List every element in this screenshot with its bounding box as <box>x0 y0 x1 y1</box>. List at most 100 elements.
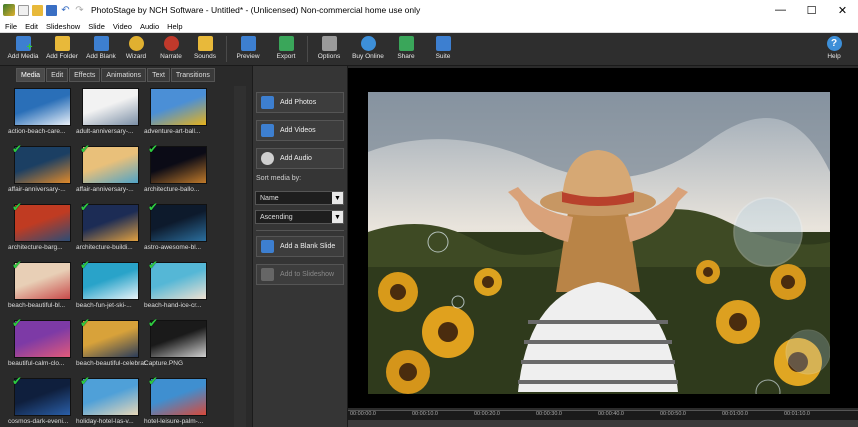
tab-edit[interactable]: Edit <box>46 68 69 82</box>
media-item[interactable]: ✔ beautiful-calm-clo... <box>6 316 78 377</box>
media-item[interactable]: ✔ architecture-buildi... <box>74 201 146 261</box>
share-label: Share <box>397 53 415 60</box>
options-button[interactable]: Options <box>314 33 344 66</box>
media-filename: Capture.PNG <box>144 360 184 367</box>
suite-label: Suite <box>435 53 451 60</box>
media-item[interactable]: ✔ hotel-leisure-palm-... <box>142 374 214 427</box>
add-blank-label: Add Blank <box>86 53 116 60</box>
menu-slideshow[interactable]: Slideshow <box>46 22 80 31</box>
media-item[interactable]: ✔ astro-awesome-bl... <box>142 201 214 261</box>
media-thumbnail <box>82 88 139 126</box>
share-icon <box>398 36 414 51</box>
media-item[interactable]: ✔ holiday-hotel-las-v... <box>74 375 146 427</box>
media-filename: affair-anniversary-... <box>76 186 134 193</box>
suite-button[interactable]: Suite <box>430 33 456 66</box>
tab-media[interactable]: Media <box>16 68 46 82</box>
open-icon[interactable] <box>32 4 43 16</box>
export-button[interactable]: Export <box>271 33 301 66</box>
media-item[interactable]: adult-anniversary-... <box>74 88 146 145</box>
checkmark-icon: ✔ <box>80 258 91 272</box>
wizard-label: Wizard <box>125 53 147 60</box>
add-folder-label: Add Folder <box>46 53 78 60</box>
wizard-button[interactable]: Wizard <box>122 33 150 66</box>
media-item[interactable]: action-beach-care... <box>6 88 78 145</box>
speaker-icon <box>261 152 274 165</box>
blank-slide-icon <box>93 36 109 51</box>
timeline-ruler[interactable]: 00:00:00.0 00:00:10.0 00:00:20.0 00:00:3… <box>348 410 858 420</box>
add-blank-button[interactable]: Add Blank <box>84 33 118 66</box>
share-button[interactable]: Share <box>392 33 420 66</box>
maximize-button[interactable]: ☐ <box>796 0 827 20</box>
timeline-tick: 00:00:10.0 <box>412 411 438 417</box>
save-icon[interactable] <box>46 4 57 16</box>
timeline-tick: 00:00:30.0 <box>536 411 562 417</box>
media-filename: architecture-buildi... <box>76 244 133 251</box>
toolbar-separator <box>226 36 227 62</box>
add-photos-button[interactable]: Add Photos <box>256 92 344 113</box>
narrate-button[interactable]: Narrate <box>156 33 186 66</box>
media-grid: action-beach-care... adult-anniversary-..… <box>6 86 246 427</box>
add-photos-label: Add Photos <box>280 99 317 106</box>
media-filename: adventure-art-ball... <box>144 128 201 135</box>
menu-slide[interactable]: Slide <box>88 22 105 31</box>
panel-tabs: Media Edit Effects Animations Text Trans… <box>16 68 215 82</box>
menu-help[interactable]: Help <box>167 22 182 31</box>
redo-icon[interactable]: ↷ <box>74 4 85 16</box>
sort-by-select[interactable]: Name ▼ <box>255 191 344 205</box>
export-label: Export <box>276 53 296 60</box>
media-item[interactable]: ✔ beach-hand-ice-cr... <box>142 259 214 319</box>
tab-effects[interactable]: Effects <box>69 68 101 82</box>
media-item[interactable]: ✔ architecture-barg... <box>6 201 78 261</box>
menu-file[interactable]: File <box>5 22 17 31</box>
media-filename: beach-fun-jet-ski-... <box>76 302 132 309</box>
menu-audio[interactable]: Audio <box>140 22 159 31</box>
chevron-down-icon: ▼ <box>332 192 343 204</box>
minimize-button[interactable]: — <box>765 0 796 20</box>
checkmark-icon: ✔ <box>12 316 23 330</box>
media-item[interactable]: ✔ beach-beautiful-celebrati... <box>74 317 146 377</box>
globe-icon <box>360 36 376 51</box>
close-button[interactable]: ✕ <box>827 0 858 20</box>
preview-label: Preview <box>236 53 260 60</box>
new-icon[interactable] <box>18 4 29 16</box>
help-button[interactable]: ? Help <box>824 33 844 66</box>
record-icon <box>163 36 179 51</box>
media-filename: beach-beautiful-celebrati... <box>76 360 146 367</box>
undo-icon[interactable]: ↶ <box>60 4 71 16</box>
media-item[interactable]: ✔ architecture-ballo... <box>142 143 214 203</box>
media-item[interactable]: ✔ affair-anniversary-... <box>6 142 78 203</box>
preview-button[interactable]: Preview <box>233 33 263 66</box>
media-item[interactable]: ✔ Capture.PNG <box>142 317 214 377</box>
tab-transitions[interactable]: Transitions <box>170 68 215 82</box>
media-filename: affair-anniversary-... <box>8 186 66 193</box>
tab-animations[interactable]: Animations <box>101 68 147 82</box>
media-scrollbar[interactable] <box>234 86 246 427</box>
timeline-tick: 00:01:00.0 <box>722 411 748 417</box>
media-item[interactable]: ✔ affair-anniversary-... <box>74 143 146 203</box>
media-actions-panel: Add Photos Add Videos Add Audio Sort med… <box>253 66 348 427</box>
add-blank-slide-button[interactable]: Add a Blank Slide <box>256 236 344 257</box>
menu-video[interactable]: Video <box>113 22 132 31</box>
media-filename: beach-beautiful-bl... <box>8 302 66 309</box>
menu-edit[interactable]: Edit <box>25 22 38 31</box>
media-item[interactable]: ✔ beach-beautiful-bl... <box>6 259 78 319</box>
media-item[interactable]: adventure-art-ball... <box>142 88 214 145</box>
checkmark-icon: ✔ <box>148 374 159 388</box>
add-videos-button[interactable]: Add Videos <box>256 120 344 141</box>
timeline-track[interactable] <box>348 420 858 427</box>
buy-online-button[interactable]: Buy Online <box>350 33 386 66</box>
tab-text[interactable]: Text <box>147 68 170 82</box>
export-icon <box>278 36 294 51</box>
add-folder-button[interactable]: Add Folder <box>44 33 80 66</box>
buy-online-label: Buy Online <box>352 53 384 60</box>
media-item[interactable]: ✔ beach-fun-jet-ski-... <box>74 258 146 319</box>
add-to-slideshow-button[interactable]: Add to Slideshow <box>256 264 344 285</box>
add-audio-button[interactable]: Add Audio <box>256 148 344 169</box>
add-media-button[interactable]: + Add Media <box>6 33 40 66</box>
media-item[interactable]: ✔ cosmos-dark-eveni... <box>6 375 78 427</box>
timeline-tick: 00:00:40.0 <box>598 411 624 417</box>
checkmark-icon: ✔ <box>12 142 23 156</box>
tools-icon <box>321 36 337 51</box>
sort-order-select[interactable]: Ascending ▼ <box>255 210 344 224</box>
sounds-button[interactable]: Sounds <box>190 33 220 66</box>
